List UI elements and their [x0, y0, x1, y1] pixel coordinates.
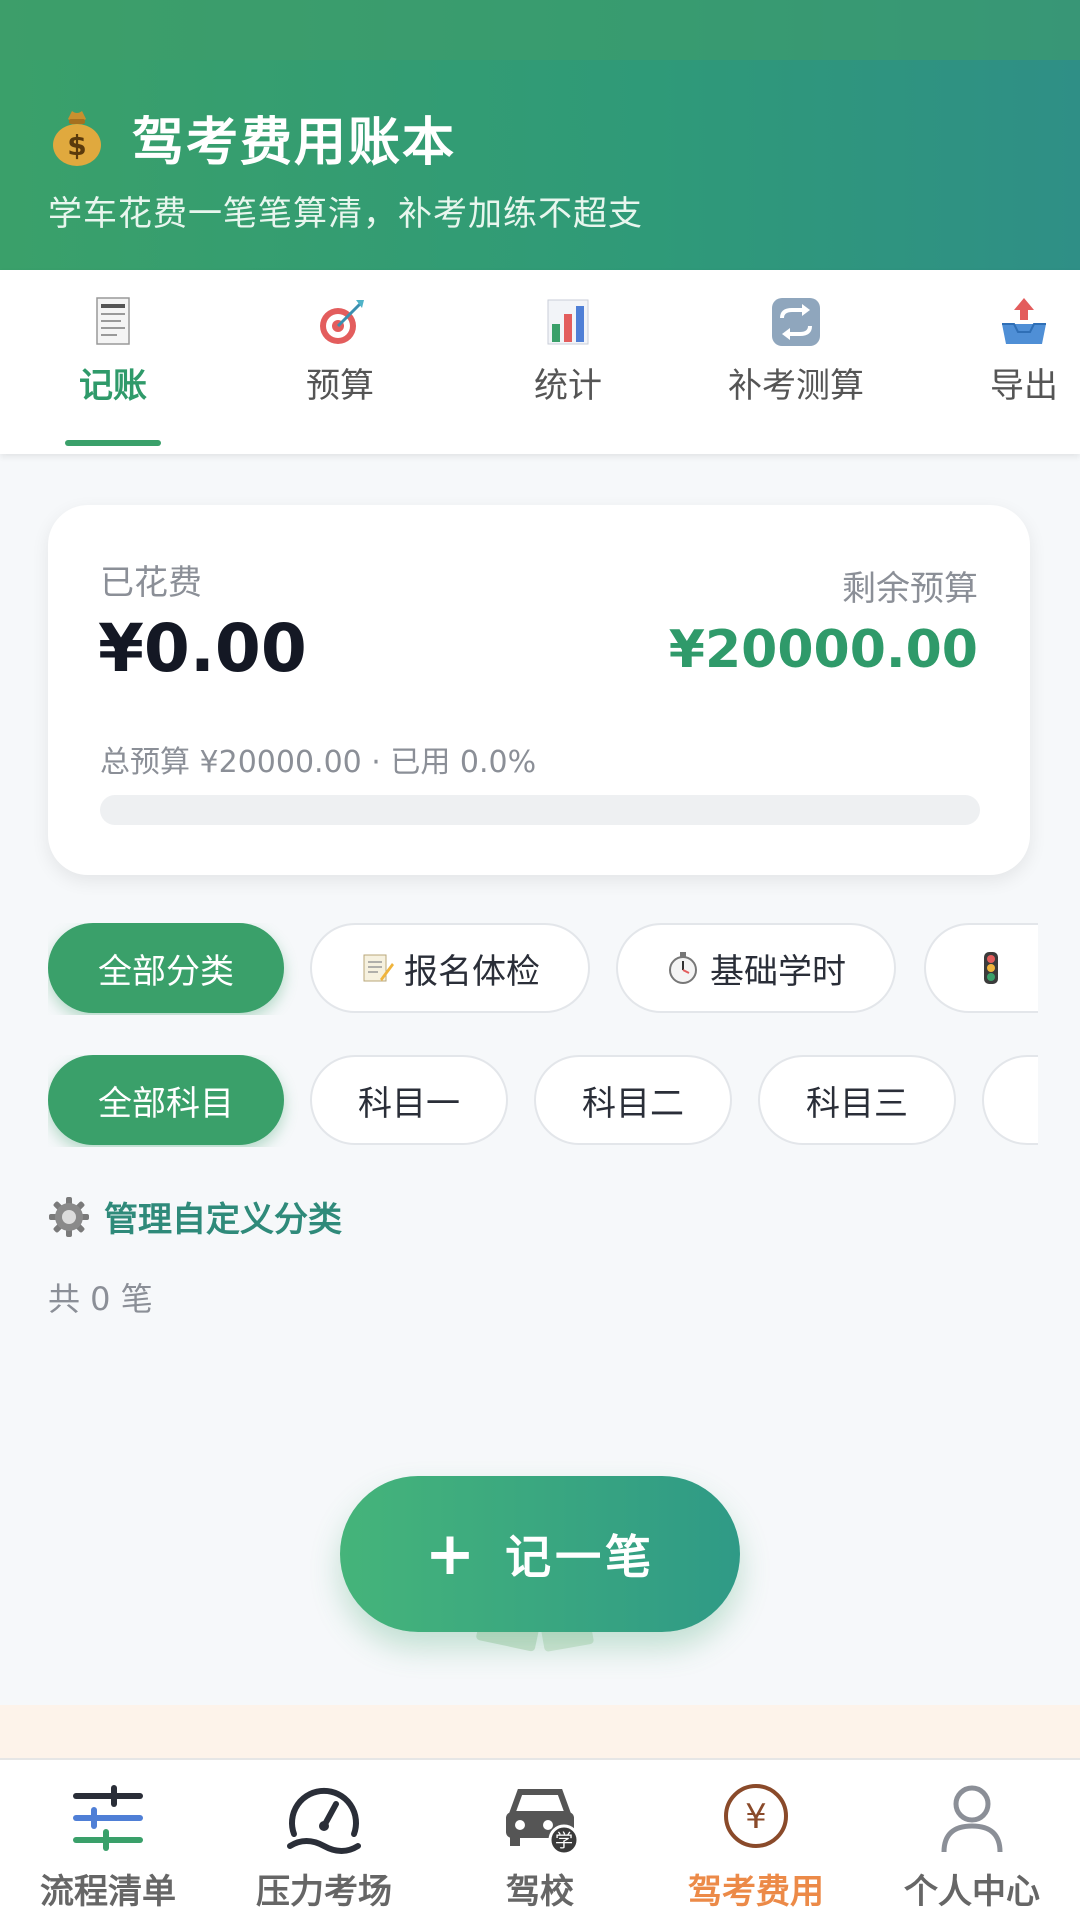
app-header: $ 驾考费用账本 学车花费一笔笔算清，补考加练不超支 [0, 0, 1080, 270]
chip-label: 科目二 [582, 1083, 684, 1124]
svg-text:$: $ [67, 129, 86, 162]
chip-label: 科目三 [806, 1083, 908, 1124]
nav-pressure-exam[interactable]: 压力考场 [216, 1778, 432, 1913]
chip-label: 科目一 [358, 1083, 460, 1124]
status-bar-strip [0, 0, 1080, 60]
nav-label: 驾校 [506, 1872, 574, 1912]
tab-bookkeeping[interactable]: 记账 [13, 294, 213, 446]
export-tray-icon [1002, 298, 1046, 344]
tab-statistics[interactable]: 统计 [468, 294, 668, 407]
nav-label: 个人中心 [904, 1872, 1040, 1912]
car-school-icon: 学 [506, 1789, 580, 1856]
svg-text:学: 学 [555, 1831, 573, 1852]
chip-label: 基础学时 [710, 951, 846, 992]
record-count: 共 0 笔 [48, 1280, 153, 1318]
page-title: 驾考费用账本 [132, 113, 457, 173]
active-tab-indicator [65, 440, 161, 446]
chip-label: 报名体检 [404, 951, 540, 992]
add-record-button[interactable]: + 记一笔 [340, 1476, 740, 1632]
chip-subject-three[interactable]: 科目三 [758, 1055, 956, 1145]
chip-subject-two[interactable]: 科目二 [534, 1055, 732, 1145]
category-filter-row: 全部分类 报名体检 基础学时 [48, 923, 1038, 1015]
chip-label: 全部科目 [98, 1083, 234, 1124]
receipt-icon [96, 297, 130, 345]
budget-detail: 总预算 ¥20000.00 · 已用 0.0% [100, 745, 537, 780]
bar-chart-icon [547, 299, 589, 345]
feature-tabs: 记账 预算 统计 补考测算 导出 [0, 270, 1080, 454]
target-icon [320, 300, 364, 344]
speedometer-icon [287, 1787, 361, 1854]
add-record-label: 记一笔 [505, 1530, 656, 1584]
gear-icon [49, 1196, 89, 1237]
tab-label: 记账 [79, 366, 147, 406]
traffic-light-icon [984, 952, 998, 984]
nav-profile[interactable]: 个人中心 [864, 1778, 1080, 1913]
money-bag-icon: $ [53, 111, 101, 166]
nav-label: 流程清单 [40, 1872, 176, 1912]
tab-retake-estimate[interactable]: 补考测算 [696, 294, 896, 407]
nav-label: 压力考场 [256, 1872, 392, 1912]
page-subtitle: 学车花费一笔笔算清，补考加练不超支 [48, 194, 643, 234]
chip-registration-medical[interactable]: 报名体检 [310, 923, 590, 1013]
tab-label: 补考测算 [728, 366, 864, 406]
spent-value: ¥0.00 [98, 610, 307, 687]
remaining-budget-label: 剩余预算 [842, 569, 978, 609]
chip-all-categories[interactable]: 全部分类 [48, 923, 284, 1013]
manage-label: 管理自定义分类 [104, 1200, 342, 1240]
person-icon [941, 1785, 1003, 1853]
bottom-navigation: 流程清单 压力考场 学 驾校 ¥ 驾考费用 个人中心 [0, 1758, 1080, 1920]
tab-label: 预算 [306, 366, 374, 406]
spending-summary-card: 已花费 ¥0.00 剩余预算 ¥20000.00 总预算 ¥20000.00 ·… [48, 505, 1030, 875]
chip-subject-partial[interactable] [982, 1055, 1038, 1145]
chip-all-subjects[interactable]: 全部科目 [48, 1055, 284, 1145]
plus-icon: + [424, 1519, 476, 1589]
tab-export[interactable]: 导出 [924, 294, 1080, 407]
bottom-banner-strip [0, 1705, 1080, 1765]
nav-exam-costs[interactable]: ¥ 驾考费用 [648, 1778, 864, 1913]
nav-label: 驾考费用 [688, 1872, 824, 1912]
stopwatch-icon [669, 952, 697, 984]
subject-filter-row: 全部科目 科目一 科目二 科目三 [48, 1055, 1038, 1147]
chip-category-partial[interactable] [924, 923, 1038, 1013]
tab-label: 导出 [990, 366, 1058, 406]
chip-label: 全部分类 [98, 951, 234, 992]
svg-text:¥: ¥ [745, 1797, 767, 1837]
memo-icon [363, 954, 394, 982]
repeat-icon [772, 298, 820, 346]
tab-label: 统计 [534, 366, 602, 406]
nav-driving-school[interactable]: 学 驾校 [432, 1778, 648, 1913]
chip-subject-one[interactable]: 科目一 [310, 1055, 508, 1145]
spent-label: 已花费 [100, 563, 202, 603]
nav-process-checklist[interactable]: 流程清单 [0, 1778, 216, 1913]
budget-progress-bar [100, 795, 980, 825]
tab-budget[interactable]: 预算 [240, 294, 440, 407]
yen-coin-icon: ¥ [724, 1784, 788, 1848]
manage-custom-categories-link[interactable]: 管理自定义分类 [48, 1192, 342, 1241]
remaining-budget-value: ¥20000.00 [668, 620, 978, 680]
checklist-sliders-icon [73, 1785, 143, 1851]
chip-basic-hours[interactable]: 基础学时 [616, 923, 896, 1013]
